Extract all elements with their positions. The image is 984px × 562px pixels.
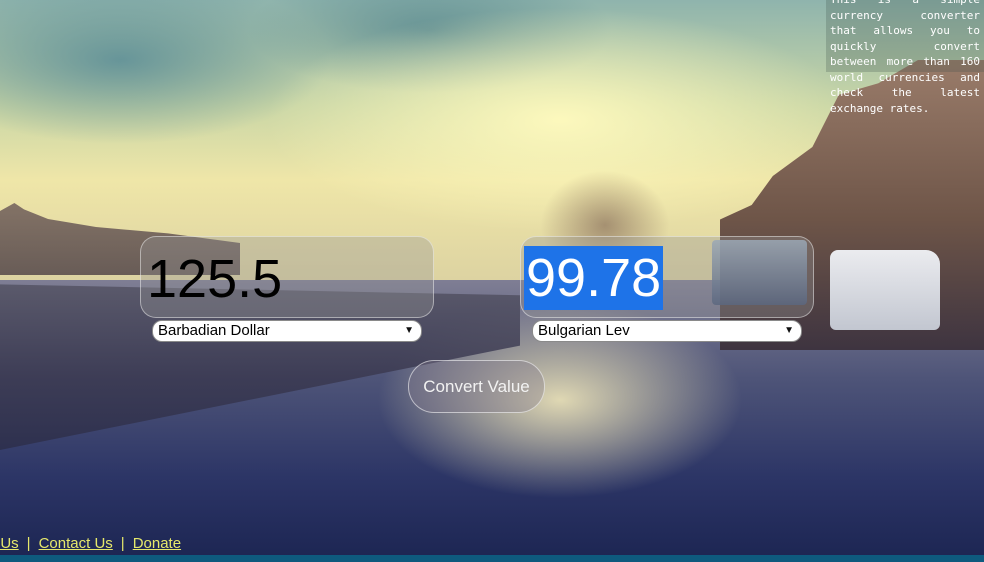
to-amount-value[interactable]: 99.78: [524, 246, 664, 310]
convert-value-button[interactable]: Convert Value: [408, 360, 545, 413]
footer-separator: |: [120, 535, 125, 552]
info-text: This is a simple currency converter that…: [826, 0, 984, 115]
from-currency-select[interactable]: Barbadian Dollar ▼: [152, 320, 422, 342]
footer-link-donate[interactable]: Donate: [133, 535, 181, 552]
footer-links: t Us | Contact Us | Donate: [0, 534, 181, 554]
footer-strip: [0, 555, 984, 562]
from-currency-label: Barbadian Dollar: [158, 322, 270, 339]
to-currency-label: Bulgarian Lev: [538, 322, 630, 339]
from-amount-field[interactable]: 125.5: [140, 236, 434, 318]
to-currency-select[interactable]: Bulgarian Lev ▼: [532, 320, 802, 342]
chevron-down-icon: ▼: [404, 325, 414, 336]
footer-separator: |: [26, 535, 31, 552]
chevron-down-icon: ▼: [784, 325, 794, 336]
footer-link-about[interactable]: t Us: [0, 535, 19, 552]
ambulance-van: [830, 250, 940, 330]
footer-link-contact[interactable]: Contact Us: [39, 535, 113, 552]
from-amount-value[interactable]: 125.5: [147, 247, 282, 311]
to-amount-field[interactable]: 99.78: [520, 236, 814, 318]
